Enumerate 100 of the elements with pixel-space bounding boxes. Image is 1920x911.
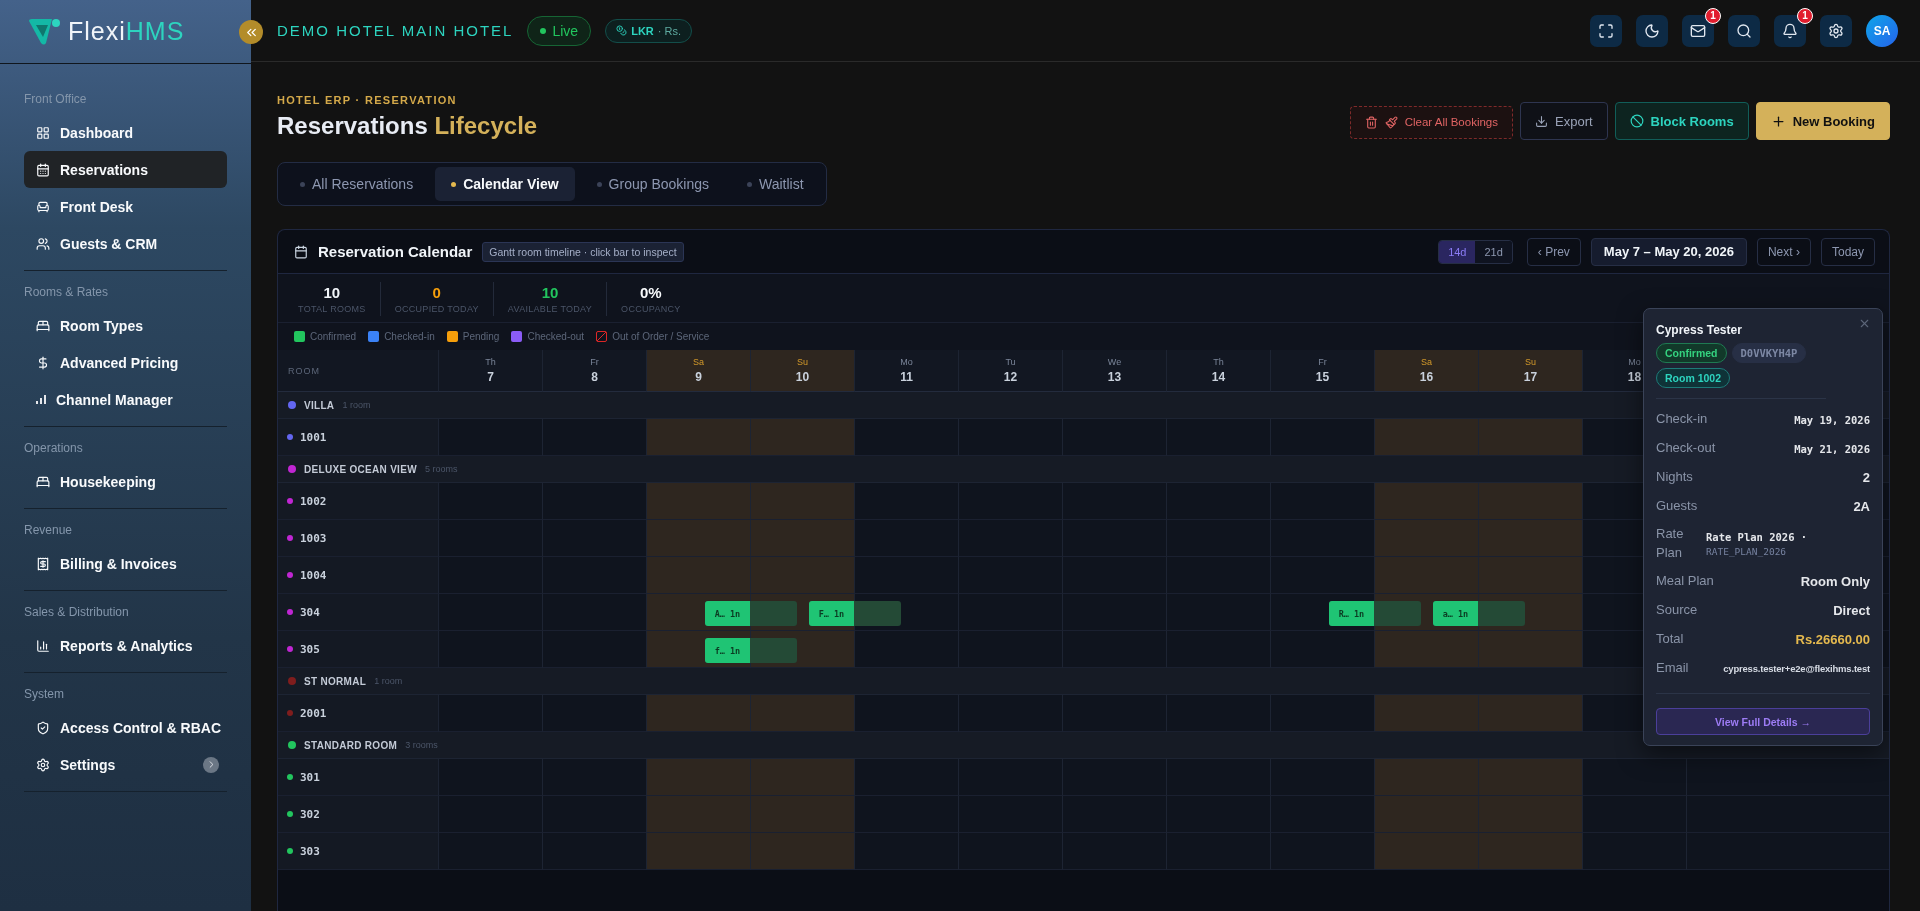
stat-value: 10	[541, 284, 559, 301]
moon-button[interactable]	[1636, 14, 1668, 47]
weekday-label: Fr	[1318, 357, 1327, 367]
today-button[interactable]: Today	[1820, 237, 1875, 266]
settings-icon	[1828, 22, 1844, 39]
view-tab[interactable]: Calendar View	[435, 167, 575, 201]
field-label: Nights	[1656, 468, 1693, 487]
view-tab[interactable]: Group Bookings	[580, 167, 725, 201]
nav-item[interactable]: Room Types	[24, 307, 227, 344]
group-count: 1 room	[374, 676, 403, 686]
nav-item[interactable]: Dashboard	[24, 114, 227, 151]
date-label: 9	[695, 370, 702, 384]
nav-item[interactable]: Channel Manager	[24, 381, 227, 418]
field-value: Rate Plan 2026 ·	[1706, 531, 1809, 543]
brush-icon	[1384, 115, 1398, 129]
armchair-icon	[36, 199, 50, 214]
nav-item[interactable]: Settings	[24, 746, 227, 783]
field-label: Meal Plan	[1656, 572, 1714, 591]
field-value: Room Only	[1800, 574, 1870, 589]
stat-label: OCCUPANCY	[621, 304, 681, 314]
legend-label: Pending	[462, 331, 500, 342]
field-value: cypress.tester+e2e@flexihms.test	[1723, 663, 1870, 674]
details-button[interactable]: View Full Details →	[1656, 708, 1870, 735]
settings-button[interactable]	[1820, 14, 1852, 47]
weekday-label: Th	[485, 357, 496, 367]
group-name: STANDARD ROOM	[304, 739, 398, 751]
room-number: 1004	[300, 568, 327, 582]
group-name: DELUXE OCEAN VIEW	[304, 463, 417, 475]
users-icon	[36, 236, 50, 251]
collapse-button[interactable]	[239, 20, 263, 44]
stat-label: AVAILABLE TODAY	[507, 304, 593, 314]
nav-item[interactable]: Access Control & RBAC	[24, 709, 227, 746]
field-label: Source	[1656, 601, 1698, 620]
stat-value: 10	[323, 284, 341, 301]
search-button[interactable]	[1728, 14, 1760, 47]
next-button[interactable]: Next ›	[1756, 237, 1811, 266]
range-toggle[interactable]: 21d	[1475, 240, 1512, 263]
action-button[interactable]: Block Rooms	[1614, 102, 1749, 140]
grid-icon	[36, 125, 50, 140]
booking-bar[interactable]: R… 1n	[1329, 601, 1421, 626]
plan-code: RATE_PLAN_2026	[1706, 546, 1788, 557]
currency-code: LKR	[631, 24, 654, 37]
prev-button[interactable]: ‹ Prev	[1526, 237, 1581, 266]
bar-chart-icon	[36, 638, 50, 653]
room-number: 2001	[300, 706, 327, 720]
section-title: Front Office	[24, 91, 88, 108]
date-label: 11	[900, 370, 913, 384]
booking-bar[interactable]: F… 1n	[809, 601, 901, 626]
nav-item[interactable]: Billing & Invoices	[24, 545, 227, 582]
date-label: 18	[1627, 370, 1642, 384]
nav-item[interactable]: Guests & CRM	[24, 225, 227, 262]
count-badge: 1	[1797, 7, 1813, 24]
bed-icon	[36, 474, 50, 489]
coins-icon	[616, 25, 628, 36]
nav-item[interactable]: Reports & Analytics	[24, 627, 227, 664]
field-value: Direct	[1833, 603, 1870, 618]
group-name: ST NORMAL	[304, 675, 367, 687]
booking-bar[interactable]: f… 1n	[705, 638, 797, 663]
nav-item[interactable]: Advanced Pricing	[24, 344, 227, 381]
legend-label: Checked-out	[527, 331, 585, 342]
page-title: Reservations Lifecycle	[277, 112, 538, 140]
info-badge: Room 1002	[1656, 368, 1731, 388]
section-title: Operations	[24, 440, 84, 457]
view-tab[interactable]: All Reservations	[284, 167, 430, 201]
group-name: VILLA	[304, 399, 335, 411]
action-button[interactable]: New Booking	[1755, 102, 1890, 140]
hotel-name: DEMO HOTEL MAIN HOTEL	[277, 22, 514, 39]
fullscreen-icon	[1598, 22, 1614, 39]
logo-icon	[26, 16, 62, 47]
date-label: 15	[1315, 370, 1330, 384]
nav-item[interactable]: Front Desk	[24, 188, 227, 225]
legend-label: Confirmed	[310, 331, 357, 342]
weekday-label: Fr	[590, 357, 599, 367]
booking-bar[interactable]: A… 1n	[705, 601, 797, 626]
field-value: Rs.26660.00	[1795, 632, 1870, 647]
booking-bar[interactable]: a… 1n	[1433, 601, 1525, 626]
field-label: Rate Plan	[1656, 525, 1685, 562]
legend-label: Out of Order / Service	[612, 331, 710, 342]
card-title: Reservation Calendar	[318, 243, 473, 260]
user-avatar[interactable]: SA	[1866, 14, 1898, 47]
room-number: 301	[300, 770, 320, 784]
view-tab[interactable]: Waitlist	[731, 167, 820, 201]
moon-icon	[1644, 22, 1660, 39]
range-toggle[interactable]: 14d	[1439, 240, 1476, 263]
action-button[interactable]: Clear All Bookings	[1349, 105, 1513, 139]
field-value: 2A	[1853, 499, 1870, 514]
stat-value: 0%	[640, 284, 662, 301]
download-icon	[1535, 114, 1548, 128]
currency-symbol: · Rs.	[657, 24, 681, 37]
stat-label: OCCUPIED TODAY	[394, 304, 479, 314]
section-title: Rooms & Rates	[24, 284, 110, 301]
weekday-label: Sa	[693, 357, 704, 367]
action-button[interactable]: Export	[1520, 102, 1608, 140]
weekday-label: Mo	[1628, 357, 1641, 367]
fullscreen-button[interactable]	[1590, 14, 1622, 47]
field-value: May 21, 2026	[1794, 442, 1870, 455]
nav-item[interactable]: Housekeeping	[24, 463, 227, 500]
section-title: System	[24, 686, 65, 703]
nav-item[interactable]: Reservations	[24, 151, 227, 188]
bed-icon	[36, 318, 50, 333]
